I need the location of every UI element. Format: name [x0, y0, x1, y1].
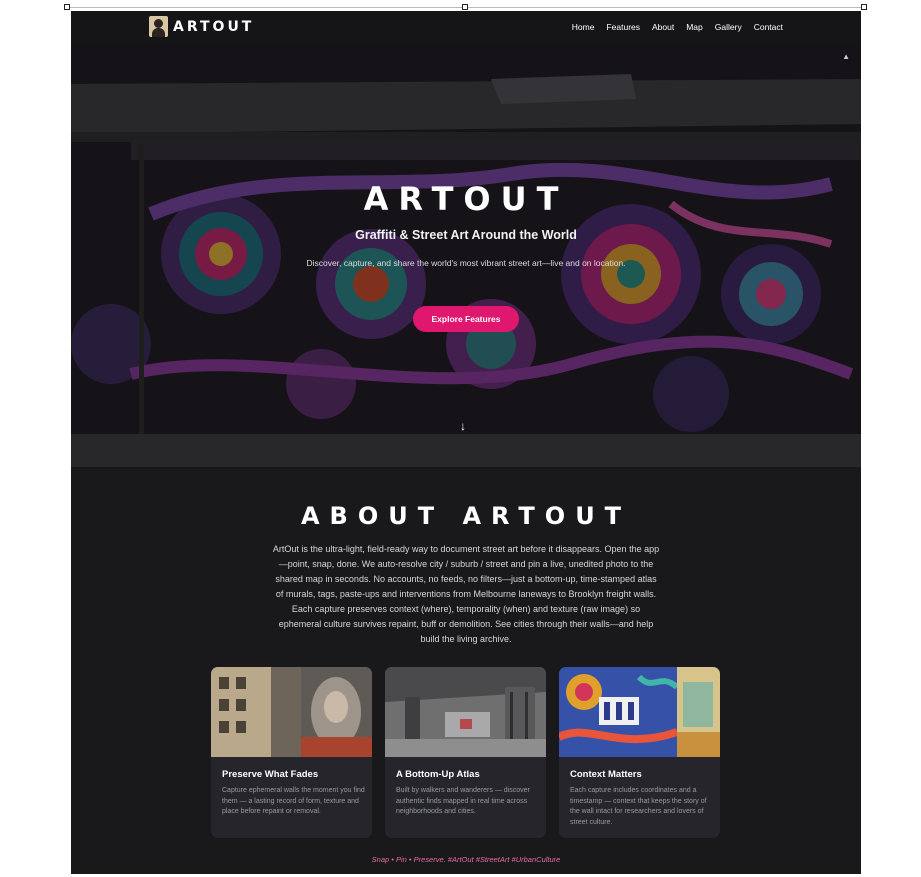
about-body: ArtOut is the ultra-light, field-ready w… [272, 544, 660, 644]
footer-tagline: Snap • Pin • Preserve. #ArtOut #StreetAr… [371, 855, 561, 864]
arrow-down-icon[interactable]: ↓ [460, 419, 466, 433]
feature-card[interactable]: Context Matters Each capture includes co… [559, 667, 720, 838]
feature-card[interactable]: A Bottom-Up Atlas Built by walkers and w… [385, 667, 546, 838]
card-text: Each capture includes coordinates and a … [570, 787, 707, 826]
nav-link-home[interactable]: Home [572, 22, 595, 32]
website-page: ARTOUT Home Features About Map Gallery C… [71, 11, 861, 874]
card-image-warehouse [385, 667, 546, 757]
resize-handle-top-right[interactable] [861, 4, 867, 10]
caret-up-icon[interactable]: ▲ [842, 52, 850, 61]
site-logo[interactable]: ARTOUT [149, 16, 254, 37]
nav-link-about[interactable]: About [652, 22, 674, 32]
resize-handle-top-center[interactable] [462, 4, 468, 10]
card-title: Context Matters [570, 769, 642, 780]
feature-cards: Preserve What Fades Capture ephemeral wa… [211, 667, 720, 838]
hero-subtitle: Graffiti & Street Art Around the World [355, 228, 577, 242]
nav-link-gallery[interactable]: Gallery [715, 22, 742, 32]
card-image-buildings [211, 667, 372, 757]
nav-link-features[interactable]: Features [606, 22, 640, 32]
hero-title: ARTOUT [363, 180, 569, 218]
card-image-colorful-mural [559, 667, 720, 757]
card-title: Preserve What Fades [222, 769, 319, 780]
resize-handle-top-left[interactable] [64, 4, 70, 10]
card-text: Capture ephemeral walls the moment you f… [222, 787, 365, 815]
logo-text: ARTOUT [173, 18, 255, 35]
top-navbar: ARTOUT Home Features About Map Gallery C… [71, 11, 861, 44]
nav-link-contact[interactable]: Contact [754, 22, 783, 32]
card-title: A Bottom-Up Atlas [396, 769, 480, 780]
feature-card[interactable]: Preserve What Fades Capture ephemeral wa… [211, 667, 372, 838]
hero-description: Discover, capture, and share the world's… [306, 258, 626, 268]
nav-link-map[interactable]: Map [686, 22, 703, 32]
hero-section: ARTOUT Graffiti & Street Art Around the … [71, 44, 861, 467]
explore-features-button[interactable]: Explore Features [413, 306, 519, 332]
logo-avatar-icon [149, 16, 168, 37]
nav-links: Home Features About Map Gallery Contact [572, 22, 783, 32]
about-title: ABOUT ARTOUT [300, 502, 632, 530]
card-text: Built by walkers and wanderers — discove… [396, 787, 530, 815]
